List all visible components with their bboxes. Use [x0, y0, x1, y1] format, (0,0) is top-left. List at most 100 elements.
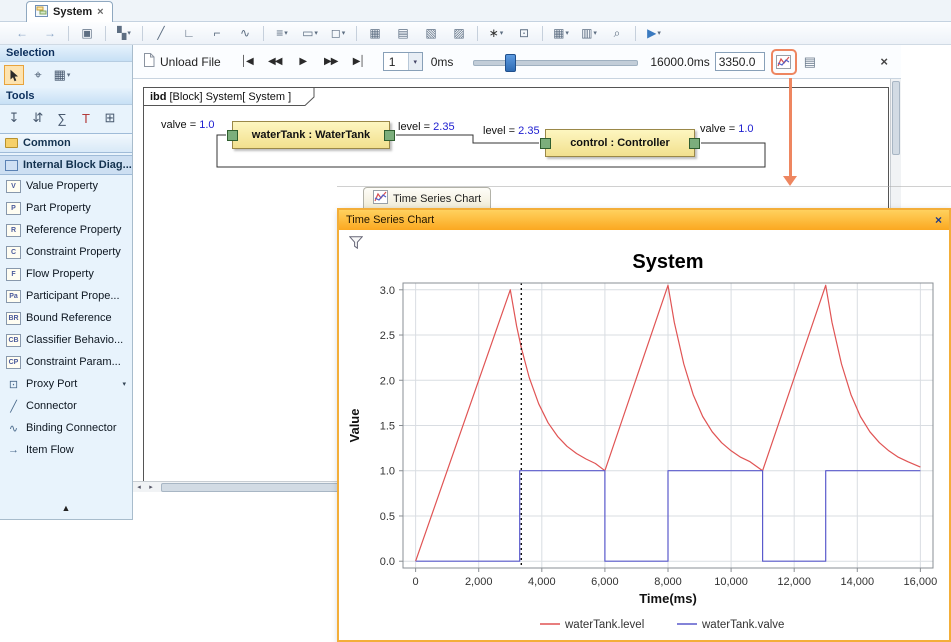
slider-thumb[interactable] [505, 54, 516, 72]
slider-track[interactable] [473, 60, 638, 66]
note-icon[interactable]: ▧ [421, 24, 441, 42]
paste-icon[interactable]: ▤ [393, 24, 413, 42]
y-tick-label: 2.5 [380, 330, 395, 342]
chart-button-highlight [771, 49, 797, 75]
palette-item-label: Connector [26, 400, 77, 412]
layout-grid-tool-icon[interactable]: ⊞ [100, 108, 120, 128]
palette-item-reference-property[interactable]: RReference Property [0, 219, 132, 241]
show-info-icon[interactable]: ⊡ [514, 24, 534, 42]
simulation-toolbar: Unload File │◀◀◀▶▶▶▶│ 1 ▾ 0ms 16000.0ms … [133, 45, 901, 79]
palette-item-connector[interactable]: ╱ Connector [0, 395, 132, 417]
collapse-palette-button[interactable]: ▲ [0, 503, 132, 513]
related-elements-icon[interactable]: ▣ [77, 24, 97, 42]
insert-image-icon[interactable]: ▦ [365, 24, 385, 42]
distribute-tool-icon[interactable]: ⇵ [28, 108, 48, 128]
spline-path-icon[interactable]: ∿ [235, 24, 255, 42]
comment-icon[interactable]: ▨ [449, 24, 469, 42]
shape-rectangle-icon[interactable]: ▭▾ [300, 24, 320, 42]
port-control-valve[interactable] [689, 138, 700, 149]
palette-item-binding-connector[interactable]: ∿Binding Connector [0, 417, 132, 439]
diagram-icon [5, 160, 18, 171]
close-simulation-icon[interactable]: × [880, 54, 888, 69]
palette-item-participant-prope[interactable]: PaParticipant Prope... [0, 285, 132, 307]
run-simulation-icon[interactable]: ▶▾ [644, 24, 664, 42]
y-tick-label: 3.0 [380, 285, 395, 297]
palette-item-constraint-param[interactable]: CPConstraint Param... [0, 351, 132, 373]
toolbar-separator [68, 26, 69, 41]
play-button[interactable]: ▶ [291, 56, 315, 67]
palette-item-proxy-port[interactable]: ⊡Proxy Port▾ [0, 373, 132, 395]
go-to-start-button[interactable]: │◀ [235, 56, 259, 67]
close-icon[interactable]: × [935, 213, 942, 227]
chevron-down-icon[interactable]: ▾ [408, 53, 422, 70]
chart-window-titlebar[interactable]: Time Series Chart × [339, 210, 949, 230]
scrollbar-thumb[interactable] [892, 81, 900, 155]
fast-forward-button[interactable]: ▶▶ [319, 56, 343, 67]
block-control[interactable]: control : Controller [545, 129, 695, 157]
shape-rounded-icon[interactable]: ◻▾ [328, 24, 348, 42]
x-tick-label: 14,000 [840, 576, 874, 588]
toolbar-separator [142, 26, 143, 41]
nav-forward-icon[interactable]: → [40, 24, 60, 42]
palette-item-label: Value Property [26, 180, 98, 192]
zoom-icon[interactable]: ⌕ [607, 24, 627, 42]
unload-file-button[interactable]: Unload File [143, 53, 221, 70]
y-tick-label: 0.0 [380, 556, 395, 568]
rectilinear-path-icon[interactable]: ∟ [179, 24, 199, 42]
block-control-label: control : Controller [570, 137, 670, 149]
port-watertank-level[interactable] [384, 130, 395, 141]
palette-group-internal-block-diagram[interactable]: Internal Block Diag... [0, 155, 132, 175]
palette-item-part-property[interactable]: PPart Property [0, 197, 132, 219]
position-indicator-tool-icon[interactable]: ⌖ [28, 65, 48, 85]
grid-icon[interactable]: ▦▾ [551, 24, 571, 42]
align-shapes-icon[interactable]: ≡▾ [272, 24, 292, 42]
time-series-chart-button[interactable] [774, 52, 794, 72]
scroll-left-icon[interactable]: ◂ [133, 483, 145, 491]
palette-item-flow-property[interactable]: FFlow Property [0, 263, 132, 285]
select-tool-icon[interactable] [4, 65, 24, 85]
block-watertank[interactable]: waterTank : WaterTank [232, 121, 390, 149]
palette-group-common[interactable]: Common [0, 133, 132, 153]
current-time-label: 0ms [431, 55, 454, 69]
port-watertank-valve[interactable] [227, 130, 238, 141]
go-to-end-button[interactable]: ▶│ [347, 56, 371, 67]
x-tick-label: 8,000 [654, 576, 682, 588]
participant-prope-icon: Pa [6, 290, 21, 303]
simulation-time-input[interactable] [715, 52, 765, 71]
palette-item-label: Reference Property [26, 224, 121, 236]
block-watertank-label: waterTank : WaterTank [252, 129, 370, 141]
flow-property-icon: F [6, 268, 21, 281]
palette-item-constraint-property[interactable]: CConstraint Property [0, 241, 132, 263]
chart-window-tabstrip: Time Series Chart [337, 186, 951, 209]
scroll-right-icon[interactable]: ▸ [145, 483, 157, 491]
summary-tool-icon[interactable]: ∑ [52, 108, 72, 128]
port-control-level[interactable] [540, 138, 551, 149]
step-back-button[interactable]: ◀◀ [263, 56, 287, 67]
nav-back-icon[interactable]: ← [12, 24, 32, 42]
palette-item-label: Bound Reference [26, 312, 112, 324]
containment-tree-icon[interactable]: ▚▾ [114, 24, 134, 42]
simulation-properties-icon[interactable]: ▤ [804, 54, 816, 70]
total-time-label: 16000.0ms [650, 55, 709, 69]
palette-item-bound-reference[interactable]: BRBound Reference [0, 307, 132, 329]
oblique-path-icon[interactable]: ╱ [151, 24, 171, 42]
time-slider[interactable] [473, 53, 638, 71]
palette-item-value-property[interactable]: VValue Property [0, 175, 132, 197]
magnet-tool-icon[interactable]: ↧ [4, 108, 24, 128]
diagram-properties-icon[interactable]: ∗▾ [486, 24, 506, 42]
grid-snap-tool-icon[interactable]: ▦▾ [52, 65, 72, 85]
x-tick-label: 4,000 [528, 576, 556, 588]
tab-system-diagram[interactable]: System × [26, 1, 113, 22]
connector-icon: ╱ [6, 400, 21, 413]
text-tool-icon[interactable]: T [76, 108, 96, 128]
tab-label: System [53, 6, 92, 18]
close-tab-icon[interactable]: × [97, 6, 103, 18]
chevron-down-icon: ▾ [593, 29, 597, 37]
trigger-count-spinner[interactable]: 1 ▾ [383, 52, 423, 71]
palette-item-item-flow[interactable]: →Item Flow [0, 439, 132, 461]
tab-time-series-chart[interactable]: Time Series Chart [363, 187, 491, 209]
bent-path-icon[interactable]: ⌐ [207, 24, 227, 42]
filter-icon[interactable] [349, 236, 363, 254]
table-view-icon[interactable]: ▥▾ [579, 24, 599, 42]
palette-item-classifier-behavio[interactable]: CBClassifier Behavio... [0, 329, 132, 351]
